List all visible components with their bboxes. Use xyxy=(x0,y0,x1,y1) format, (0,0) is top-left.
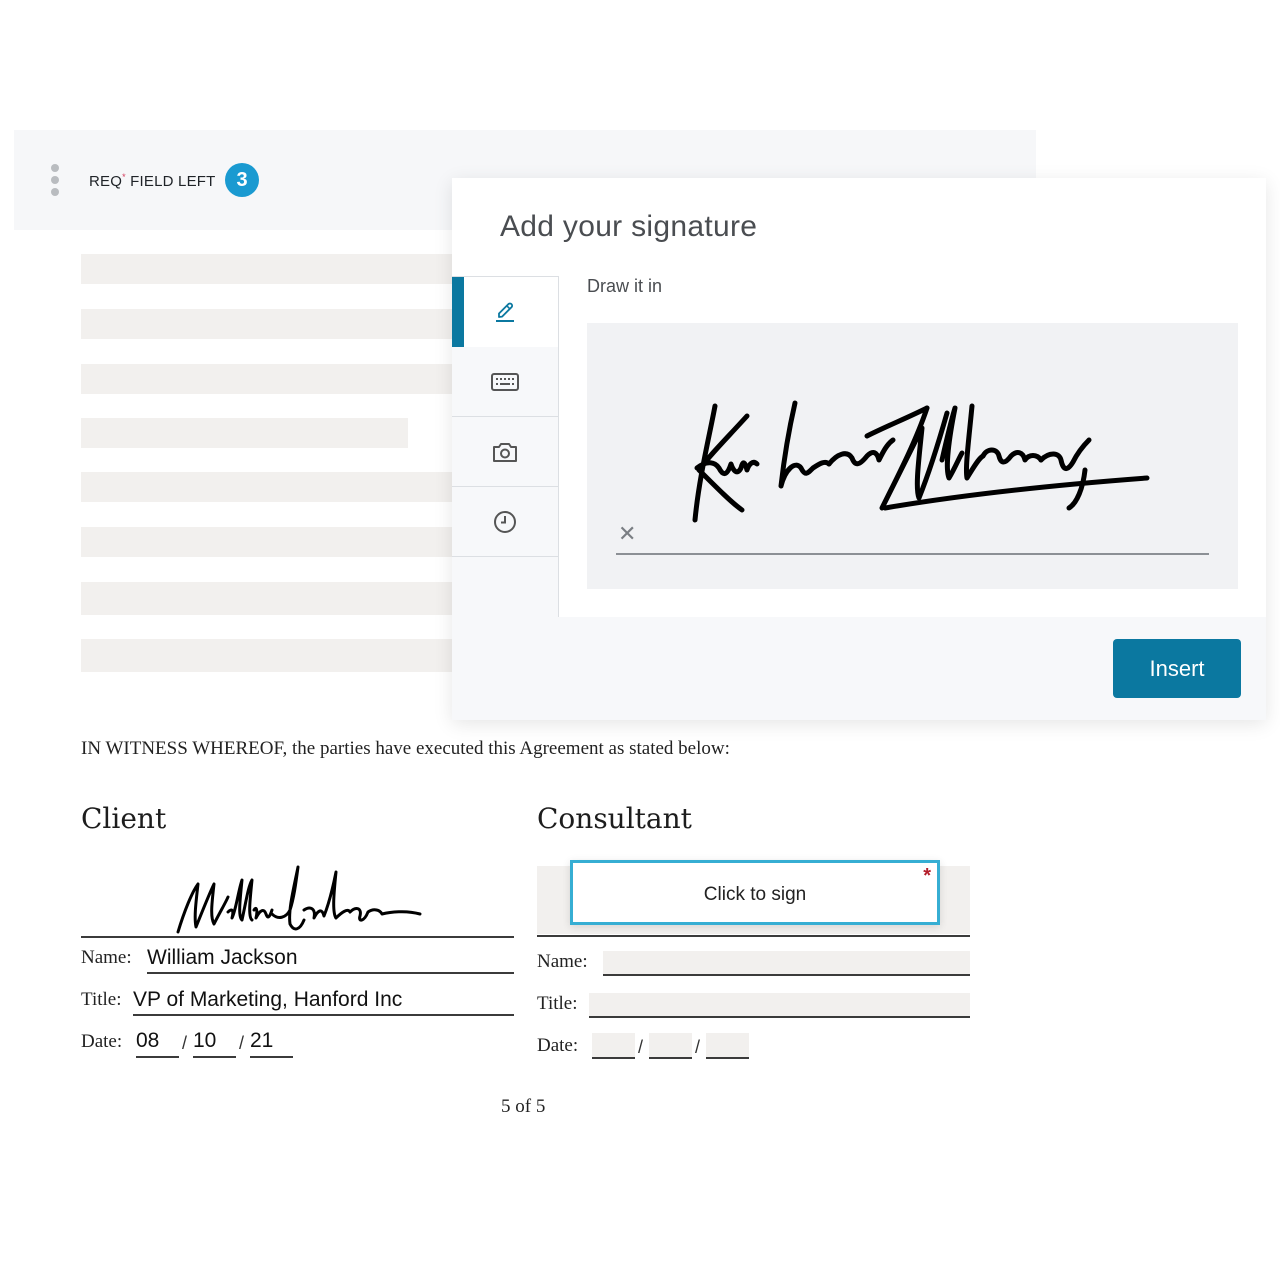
signature-baseline xyxy=(616,553,1209,555)
camera-icon xyxy=(493,442,517,462)
consultant-title-label: Title: xyxy=(537,993,578,1014)
date-separator: / xyxy=(695,1037,701,1057)
required-marker: * xyxy=(923,865,931,887)
client-heading: Client xyxy=(81,802,167,835)
required-fields-label: REQ* FIELD LEFT xyxy=(89,172,216,190)
client-date-day-underline xyxy=(193,1056,236,1058)
client-date-month[interactable]: 08 xyxy=(136,1029,159,1053)
signature-draw-pad[interactable]: ✕ xyxy=(587,323,1238,589)
signature-method-tabs xyxy=(452,276,559,617)
add-signature-modal: Add your signature Draw it in ✕ Insert xyxy=(452,178,1266,720)
client-name-underline xyxy=(147,972,514,974)
text-placeholder-line xyxy=(81,527,461,557)
text-placeholder-line xyxy=(81,418,408,448)
consultant-date-label: Date: xyxy=(537,1035,579,1056)
client-signature-line xyxy=(81,936,514,938)
client-name-value[interactable]: William Jackson xyxy=(147,946,298,970)
tab-type[interactable] xyxy=(452,347,558,417)
client-date-year-underline xyxy=(250,1056,293,1058)
consultant-date-month-underline xyxy=(592,1057,635,1059)
consultant-signature-line xyxy=(537,935,970,937)
client-name-label: Name: xyxy=(81,947,132,968)
date-separator: / xyxy=(638,1037,644,1057)
consultant-name-underline xyxy=(603,974,970,976)
text-placeholder-line xyxy=(81,582,461,615)
consultant-date-day-underline xyxy=(649,1057,692,1059)
client-date-label: Date: xyxy=(81,1031,123,1052)
client-date-year[interactable]: 21 xyxy=(250,1029,273,1053)
draw-panel: Draw it in ✕ xyxy=(559,276,1266,617)
drawn-signature xyxy=(692,400,1150,523)
client-title-label: Title: xyxy=(81,989,122,1010)
text-placeholder-line xyxy=(81,254,461,284)
text-placeholder-line xyxy=(81,639,461,672)
consultant-date-year-underline xyxy=(706,1057,749,1059)
client-title-value[interactable]: VP of Marketing, Hanford Inc xyxy=(133,988,402,1012)
client-signature xyxy=(176,865,422,934)
page-indicator: 5 of 5 xyxy=(501,1096,546,1117)
client-date-day[interactable]: 10 xyxy=(193,1029,216,1053)
consultant-date-month-input[interactable] xyxy=(592,1033,635,1057)
click-to-sign-label: Click to sign xyxy=(703,884,807,905)
tab-upload-photo[interactable] xyxy=(452,417,558,487)
tab-draw[interactable] xyxy=(452,277,558,347)
consultant-title-underline xyxy=(589,1016,970,1018)
date-separator: / xyxy=(182,1033,188,1053)
insert-button[interactable]: Insert xyxy=(1113,639,1241,698)
clear-signature-icon[interactable]: ✕ xyxy=(618,523,636,545)
witness-statement: IN WITNESS WHEREOF, the parties have exe… xyxy=(81,738,730,759)
click-to-sign-button[interactable]: Click to sign * xyxy=(570,860,940,925)
date-separator: / xyxy=(239,1033,245,1053)
draw-label: Draw it in xyxy=(587,276,663,296)
consultant-heading: Consultant xyxy=(537,802,692,835)
modal-header: Add your signature xyxy=(452,178,1266,276)
clock-icon xyxy=(494,510,516,533)
text-placeholder-line xyxy=(81,472,461,502)
consultant-name-label: Name: xyxy=(537,951,588,972)
consultant-date-day-input[interactable] xyxy=(649,1033,692,1057)
kebab-menu-icon[interactable] xyxy=(50,164,60,198)
modal-title: Add your signature xyxy=(500,210,758,243)
client-date-month-underline xyxy=(136,1056,179,1058)
required-fields-count-badge[interactable]: 3 xyxy=(225,163,259,197)
text-placeholder-line xyxy=(81,364,461,394)
keyboard-icon xyxy=(491,372,519,391)
text-placeholder-line xyxy=(81,309,461,339)
pencil-icon xyxy=(496,302,514,322)
consultant-date-year-input[interactable] xyxy=(706,1033,749,1057)
consultant-title-input[interactable] xyxy=(589,993,970,1016)
client-title-underline xyxy=(133,1014,514,1016)
tab-recent[interactable] xyxy=(452,487,558,557)
consultant-name-input[interactable] xyxy=(603,951,970,974)
